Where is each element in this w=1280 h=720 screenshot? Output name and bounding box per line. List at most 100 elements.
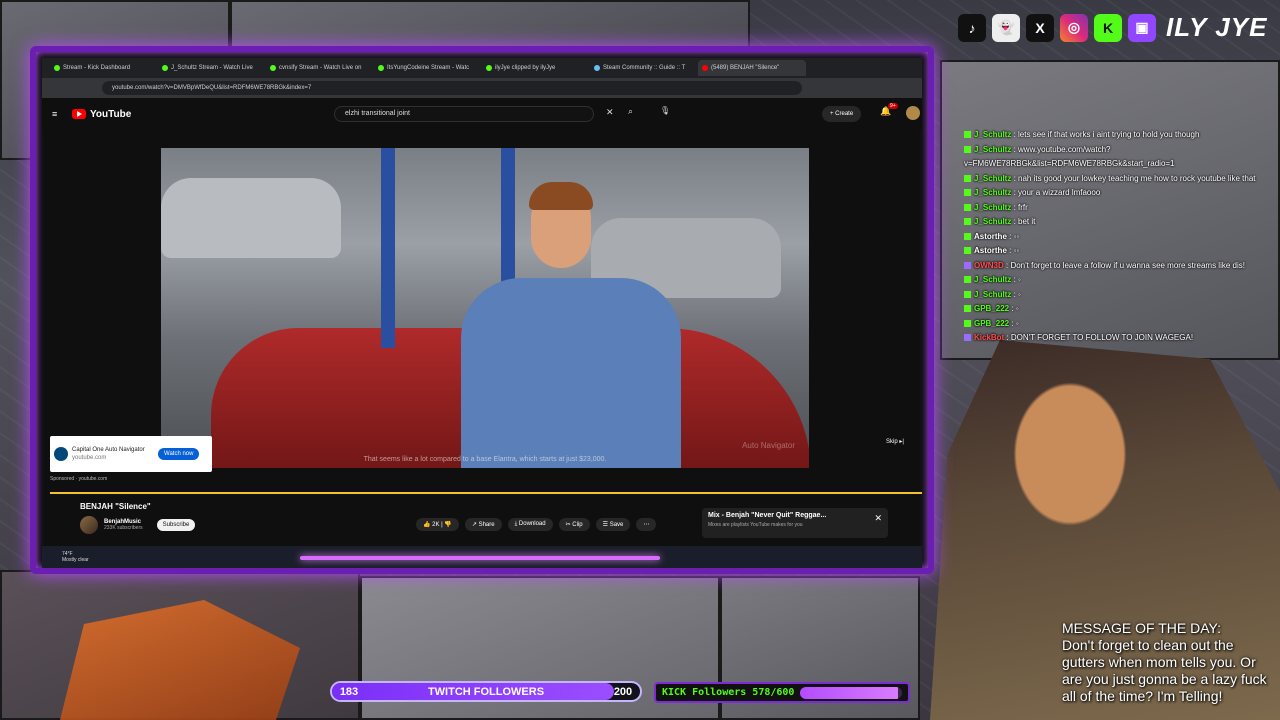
x-icon: X — [1026, 13, 1054, 42]
social-links: ♪ 👻 X ◎ K ▣ ILY JYE — [958, 12, 1267, 43]
browser-tab[interactable]: J_Schultz Stream - Watch Live — [158, 60, 266, 76]
chat-separator: : — [1011, 217, 1019, 226]
avatar[interactable] — [906, 106, 920, 120]
kick-badge-icon — [964, 203, 971, 211]
search-icon[interactable]: ⌕ — [628, 106, 633, 117]
browser-window: Stream - Kick Dashboard J_Schultz Stream… — [30, 46, 934, 574]
clip-label: Clip — [572, 522, 583, 528]
tab-label: Steam Community :: Guide :: T — [603, 65, 686, 71]
browser-tab[interactable]: cvnsify Stream - Watch Live on — [266, 60, 374, 76]
chat-message: J_Schultz : ◦ — [964, 288, 1264, 303]
close-icon[interactable]: ✕ — [874, 513, 882, 524]
chat-text: your a wizzard lmfaooo — [1018, 188, 1101, 197]
chat-username: J_Schultz — [974, 144, 1012, 154]
create-button[interactable]: + Create — [822, 106, 862, 122]
save-button[interactable]: ☰ Save — [595, 518, 631, 531]
browser-tab-active[interactable]: (5489) BENJAH "Silence" — [698, 60, 806, 76]
presenter-hair — [529, 182, 593, 210]
ad-card[interactable]: Capital One Auto Navigator youtube.com W… — [50, 436, 212, 472]
browser-tab[interactable]: Stream - Kick Dashboard — [50, 60, 158, 76]
microphone-icon[interactable]: 🎙 — [660, 106, 670, 115]
chat-username: J_Schultz — [974, 289, 1012, 299]
chat-message: J_Schultz : bet it — [964, 215, 1264, 230]
video-actions: 👍 2K | 👎 ↗ Share ⤓ Download ✂ Clip ☰ Sav… — [416, 518, 657, 531]
chat-username: GPB_222 — [974, 318, 1010, 328]
weather-widget[interactable]: 74°F Mostly clear — [62, 551, 89, 563]
browser-tab[interactable]: ItsYungCodeine Stream - Watc — [374, 60, 482, 76]
like-button[interactable]: 👍 2K | 👎 — [416, 518, 459, 531]
kick-follower-goal: KICK Followers 578/600 — [654, 682, 910, 703]
tab-bar: Stream - Kick Dashboard J_Schultz Stream… — [42, 58, 922, 78]
chat-message: Astorthe : ◦◦ — [964, 230, 1264, 245]
youtube-logo-text: YouTube — [90, 108, 132, 120]
chat-separator: : — [1011, 173, 1019, 183]
kick-badge-icon — [964, 189, 971, 197]
subscribe-button[interactable]: Subscribe — [156, 519, 196, 531]
chat-separator: : — [1011, 188, 1019, 197]
video-player[interactable]: Auto Navigator That seems like a lot com… — [161, 148, 809, 468]
tab-favicon-icon — [54, 65, 60, 71]
chat-message: Astorthe : ◦◦ — [964, 244, 1264, 259]
bot-badge-icon — [964, 334, 971, 342]
chat-message: J_Schultz : frfr — [964, 201, 1264, 216]
mix-playlist-panel[interactable]: Mix - Benjah "Never Quit" Reggae... Mixe… — [702, 508, 888, 538]
youtube-logo[interactable]: YouTube — [72, 109, 131, 120]
kick-icon: K — [1094, 13, 1122, 42]
kick-badge-icon — [964, 145, 971, 153]
video-caption: That seems like a lot compared to a base… — [363, 456, 607, 463]
watch-now-button[interactable]: Watch now — [158, 448, 200, 460]
chat-text: ◦ — [1018, 275, 1021, 284]
kick-badge-icon — [964, 218, 971, 226]
clip-button[interactable]: ✂ Clip — [558, 518, 590, 531]
url-input[interactable]: youtube.com/watch?v=DMVBpWfDeQU&list=RDF… — [102, 81, 802, 95]
search-input[interactable]: elzhi transitional joint — [334, 106, 594, 122]
twitch-goal-label: TWITCH FOLLOWERS — [427, 685, 545, 698]
twitch-goal-target: 200 — [613, 685, 633, 698]
chat-separator: : — [1011, 289, 1019, 299]
chat-text: bet it — [1018, 217, 1036, 226]
chat-text: ◦ — [1015, 304, 1019, 313]
menu-icon[interactable]: ≡ — [52, 109, 57, 119]
chat-text: ◦◦ — [1013, 231, 1020, 241]
ad-progress-bar[interactable] — [50, 492, 922, 494]
share-button[interactable]: ↗ Share — [464, 518, 502, 531]
kick-badge-icon — [964, 319, 971, 327]
youtube-header: ≡ YouTube elzhi transitional joint ✕ ⌕ 🎙… — [42, 98, 922, 130]
download-label: Download — [518, 521, 546, 527]
browser-tab[interactable]: ilyJye clipped by ilyJye — [482, 60, 590, 76]
chat-separator: : — [1011, 144, 1019, 154]
more-actions-icon[interactable]: ⋯ — [636, 518, 657, 531]
download-button[interactable]: ⤓ Download — [507, 518, 553, 531]
chat-username: OWN3D — [974, 260, 1004, 270]
twitch-follower-goal: 183 TWITCH FOLLOWERS 200 — [330, 681, 642, 702]
mix-title: Mix - Benjah "Never Quit" Reggae... — [708, 512, 827, 519]
motd-heading: MESSAGE OF THE DAY: — [1062, 620, 1221, 636]
tab-label: cvnsify Stream - Watch Live on — [279, 65, 362, 71]
chat-separator: : — [1006, 231, 1014, 241]
channel-avatar[interactable] — [80, 516, 98, 534]
presenter-shirt — [461, 278, 681, 468]
clear-search-icon[interactable]: ✕ — [606, 107, 614, 118]
message-of-the-day: MESSAGE OF THE DAY: Don't forget to clea… — [1062, 620, 1278, 705]
ad-name: Capital One Auto Navigator — [72, 447, 145, 453]
browser-tab[interactable]: Steam Community :: Guide :: T — [590, 60, 698, 76]
video-watermark: Auto Navigator — [742, 441, 795, 450]
tab-label: ilyJye clipped by ilyJye — [495, 65, 556, 71]
chat-username: Astorthe — [974, 231, 1007, 241]
chat-separator: : — [1009, 318, 1016, 328]
tab-label: J_Schultz Stream - Watch Live — [171, 65, 253, 71]
snapchat-icon: 👻 — [992, 13, 1020, 42]
chat-separator: : — [1011, 202, 1019, 212]
stream-overlay: Stream - Kick Dashboard J_Schultz Stream… — [0, 0, 1280, 720]
bot-badge-icon — [964, 261, 971, 269]
skip-ad-button[interactable]: Skip ▸| — [886, 438, 904, 445]
weather-condition: Mostly clear — [62, 557, 89, 563]
chat-username: KickBot — [974, 333, 1005, 342]
ad-text: Capital One Auto Navigator youtube.com — [72, 446, 154, 462]
chat-overlay: J_Schultz : lets see if that works i ain… — [964, 128, 1264, 346]
kick-badge-icon — [964, 232, 971, 240]
tab-favicon-icon — [270, 65, 276, 71]
save-label: Save — [609, 522, 624, 528]
chat-message: J_Schultz : www.youtube.com/watch?v=FM6W… — [964, 143, 1264, 172]
car-image — [161, 178, 341, 258]
